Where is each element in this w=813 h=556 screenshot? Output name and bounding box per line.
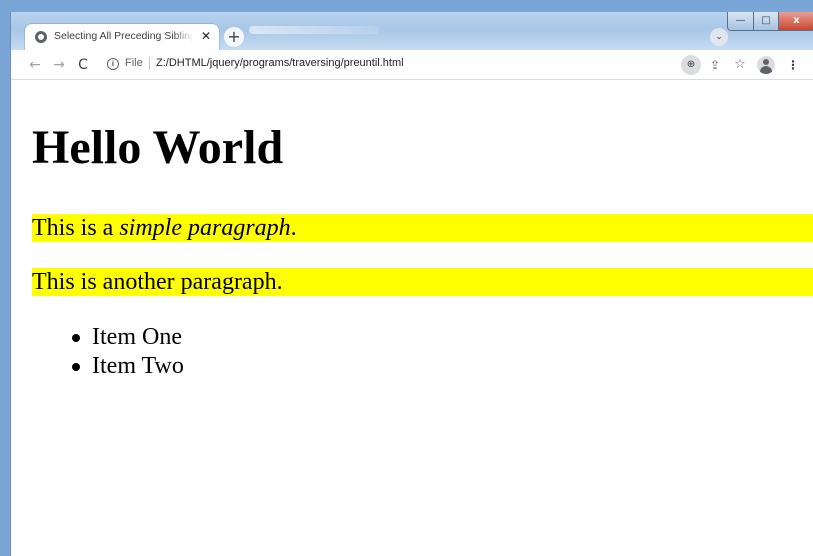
info-icon[interactable]: i bbox=[107, 58, 119, 70]
address-bar[interactable]: i File Z:/DHTML/jquery/programs/traversi… bbox=[99, 53, 719, 75]
back-button[interactable]: ← bbox=[25, 55, 45, 75]
close-window-button[interactable]: x bbox=[778, 12, 813, 31]
globe-icon bbox=[35, 31, 47, 43]
bookmark-star-icon[interactable]: ☆ bbox=[730, 55, 750, 75]
tab-search-button[interactable]: ⌄ bbox=[710, 28, 728, 46]
profile-avatar-icon[interactable] bbox=[757, 56, 775, 74]
share-icon[interactable]: ⇪ bbox=[705, 55, 725, 75]
bullet-icon bbox=[72, 363, 80, 371]
paragraph-suffix: . bbox=[290, 215, 297, 241]
window-controls: — □ x bbox=[727, 12, 813, 32]
bullet-icon bbox=[72, 334, 80, 342]
reload-button[interactable]: C bbox=[73, 55, 93, 75]
desktop: Selecting All Preceding Siblings Until ✕… bbox=[0, 0, 813, 556]
tab-active[interactable]: Selecting All Preceding Siblings Until ✕ bbox=[25, 24, 219, 50]
tab-title: Selecting All Preceding Siblings Until bbox=[54, 30, 194, 42]
paragraph-simple: This is a simple paragraph. bbox=[32, 214, 813, 242]
menu-kebab-icon[interactable]: ⋮ bbox=[783, 55, 803, 75]
paragraph-another: This is another paragraph. bbox=[32, 268, 813, 296]
item-list: Item One Item Two bbox=[32, 323, 184, 381]
minimize-button[interactable]: — bbox=[727, 12, 754, 31]
list-item: Item One bbox=[32, 323, 184, 352]
browser-toolbar: ← → C i File Z:/DHTML/jquery/programs/tr… bbox=[11, 50, 813, 80]
close-tab-icon[interactable]: ✕ bbox=[199, 29, 213, 43]
address-divider bbox=[149, 57, 150, 70]
url-text[interactable]: Z:/DHTML/jquery/programs/traversing/preu… bbox=[156, 57, 404, 69]
scheme-label: File bbox=[125, 57, 143, 69]
new-tab-button[interactable]: + bbox=[224, 27, 244, 47]
zoom-icon[interactable]: ⊕ bbox=[681, 55, 701, 75]
page-viewport: Hello World This is a simple paragraph. … bbox=[11, 80, 813, 556]
list-item-text: Item Two bbox=[92, 353, 184, 379]
forward-button[interactable]: → bbox=[49, 55, 69, 75]
browser-window: Selecting All Preceding Siblings Until ✕… bbox=[10, 12, 813, 556]
paragraph-emphasis: simple paragraph bbox=[119, 215, 291, 241]
background-blur bbox=[249, 26, 379, 34]
page-heading: Hello World bbox=[32, 121, 284, 174]
maximize-button[interactable]: □ bbox=[753, 12, 779, 31]
list-item-text: Item One bbox=[92, 324, 182, 350]
paragraph-text: This is a bbox=[32, 215, 120, 241]
tab-strip: Selecting All Preceding Siblings Until ✕… bbox=[11, 12, 813, 50]
list-item: Item Two bbox=[32, 352, 184, 381]
